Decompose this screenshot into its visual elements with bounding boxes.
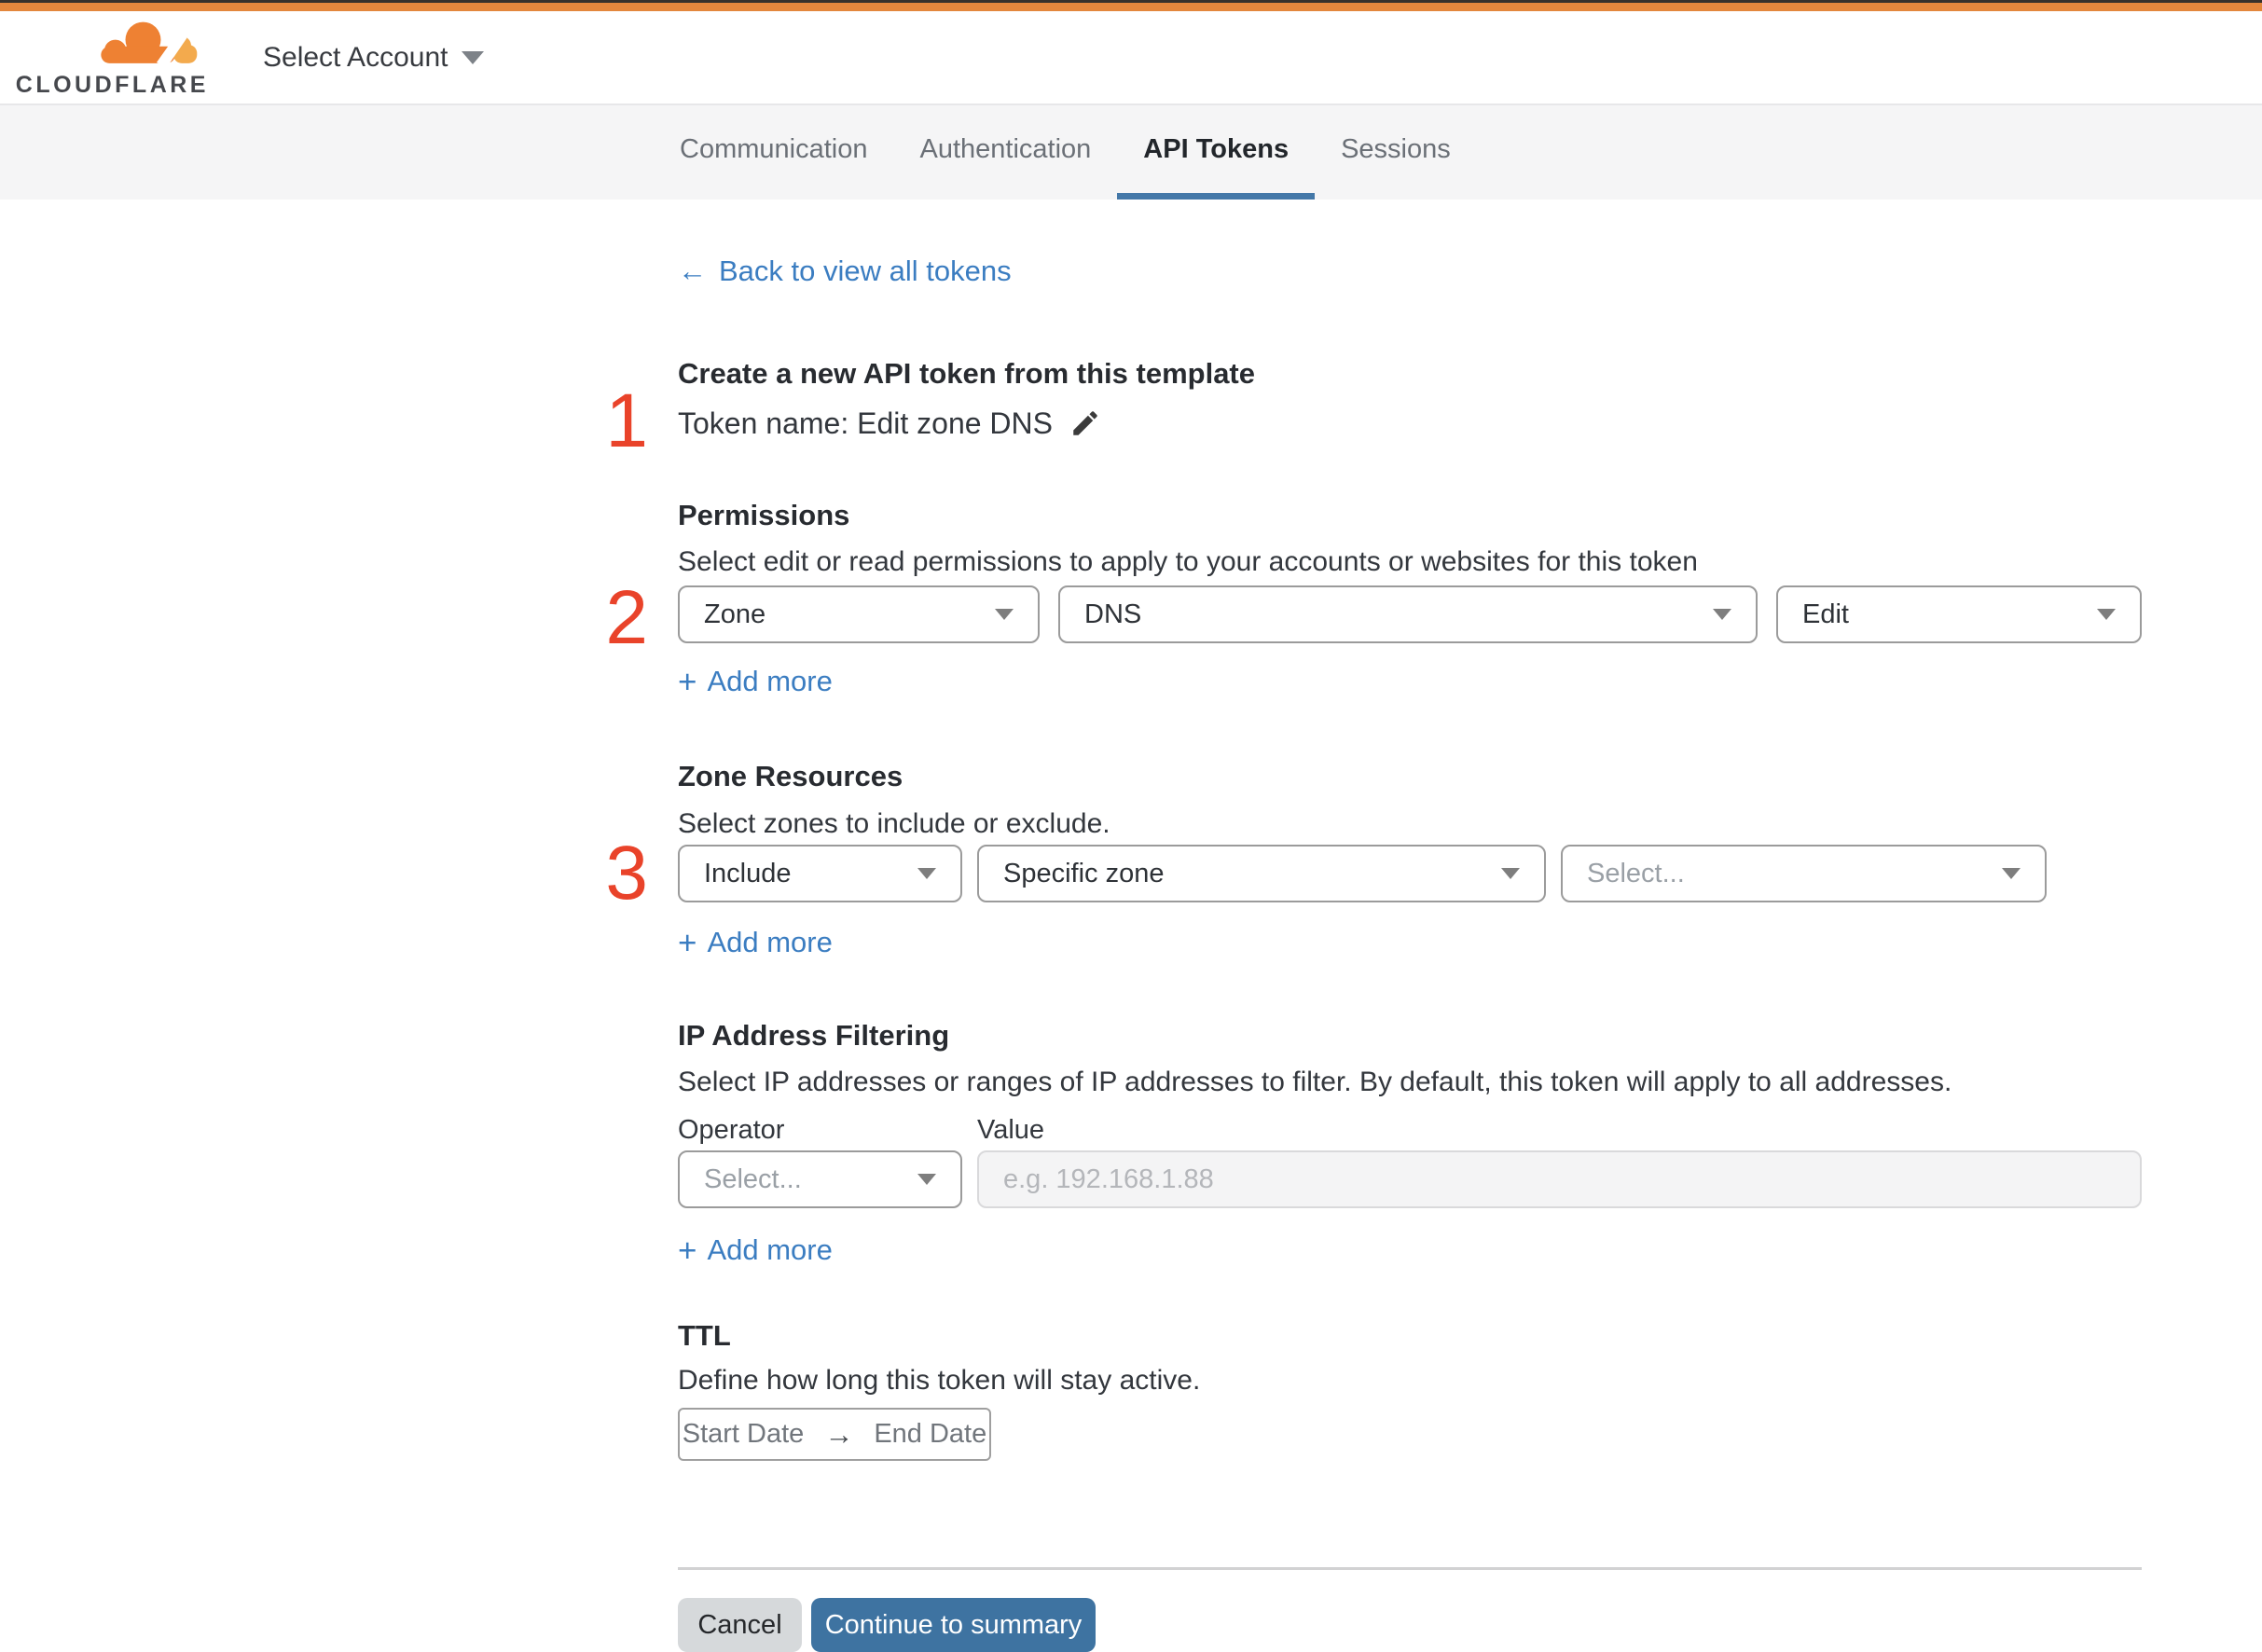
chevron-down-icon xyxy=(995,609,1014,620)
select-value: Zone xyxy=(704,599,766,629)
permissions-add-more-link[interactable]: + Add more xyxy=(678,665,833,698)
section-heading: IP Address Filtering xyxy=(678,1019,950,1052)
operator-label: Operator xyxy=(678,1115,785,1145)
section-description: Define how long this token will stay act… xyxy=(678,1365,1201,1396)
chevron-down-icon xyxy=(1501,868,1520,879)
permission-access-select[interactable]: Edit xyxy=(1776,585,2142,643)
back-arrow-icon: ← xyxy=(678,255,707,287)
section-heading: Permissions xyxy=(678,499,850,531)
chevron-down-icon xyxy=(917,1174,936,1185)
cancel-button[interactable]: Cancel xyxy=(678,1598,802,1652)
add-more-label: Add more xyxy=(707,926,833,958)
step-number-3: 3 xyxy=(605,831,648,915)
chevron-down-icon xyxy=(2097,609,2116,620)
profile-tabbar: Communication Authentication API Tokens … xyxy=(0,105,2262,200)
ip-operator-select[interactable]: Select... xyxy=(678,1150,962,1208)
brand-accent-bar xyxy=(0,3,2262,11)
cloudflare-logo-text: CLOUDFLARE xyxy=(15,71,209,98)
zone-include-select[interactable]: Include xyxy=(678,845,962,902)
back-to-tokens-link[interactable]: ← Back to view all tokens xyxy=(678,255,1012,288)
ttl-section: TTL Define how long this token will stay… xyxy=(678,1319,2142,1461)
continue-to-summary-button[interactable]: Continue to summary xyxy=(811,1598,1096,1652)
section-heading: Create a new API token from this templat… xyxy=(678,357,1256,390)
add-more-label: Add more xyxy=(707,665,833,697)
tab-communication[interactable]: Communication xyxy=(654,105,893,200)
permission-group-select[interactable]: DNS xyxy=(1058,585,1758,643)
start-date-label: Start Date xyxy=(682,1419,805,1449)
plus-icon: + xyxy=(678,663,697,700)
app-header: CLOUDFLARE Select Account xyxy=(0,11,2262,105)
edit-pencil-icon[interactable] xyxy=(1069,407,1101,439)
section-description: Select IP addresses or ranges of IP addr… xyxy=(678,1067,1952,1097)
ttl-date-range-picker[interactable]: Start Date → End Date xyxy=(678,1408,991,1461)
token-name-section: 1 Create a new API token from this templ… xyxy=(605,357,2142,460)
value-label: Value xyxy=(977,1115,1045,1145)
end-date-label: End Date xyxy=(874,1419,987,1449)
section-description: Select edit or read permissions to apply… xyxy=(678,546,1698,577)
ip-value-input[interactable] xyxy=(977,1150,2142,1208)
permissions-section: 2 Permissions Select edit or read permis… xyxy=(605,499,2142,700)
select-placeholder: Select... xyxy=(704,1163,802,1194)
select-value: Edit xyxy=(1802,599,1849,629)
cloudflare-cloud-icon xyxy=(101,21,198,67)
step-number-2: 2 xyxy=(605,575,648,660)
zone-resources-section: 3 Zone Resources Select zones to include… xyxy=(605,760,2142,961)
ip-filtering-add-more-link[interactable]: + Add more xyxy=(678,1233,833,1267)
chevron-down-icon xyxy=(462,50,485,64)
zone-resources-add-more-link[interactable]: + Add more xyxy=(678,926,833,959)
footer-divider xyxy=(678,1567,2142,1570)
token-name-value: Token name: Edit zone DNS xyxy=(678,406,1053,440)
chevron-down-icon xyxy=(917,868,936,879)
section-heading: Zone Resources xyxy=(678,760,903,792)
plus-icon: + xyxy=(678,924,697,961)
select-value: Include xyxy=(704,858,792,888)
step-number-1: 1 xyxy=(605,379,648,463)
cloudflare-logo[interactable]: CLOUDFLARE xyxy=(16,19,209,97)
select-value: DNS xyxy=(1084,599,1142,629)
create-token-form: ← Back to view all tokens 1 Create a new… xyxy=(605,255,2142,1652)
chevron-down-icon xyxy=(2002,868,2021,879)
add-more-label: Add more xyxy=(707,1233,833,1266)
section-description: Select zones to include or exclude. xyxy=(678,808,1110,839)
arrow-right-icon: → xyxy=(824,1417,854,1451)
zone-type-select[interactable]: Specific zone xyxy=(977,845,1546,902)
footer-actions: Cancel Continue to summary xyxy=(678,1598,2142,1652)
account-selector-label: Select Account xyxy=(263,41,448,73)
tab-sessions[interactable]: Sessions xyxy=(1315,105,1477,200)
zone-picker-select[interactable]: Select... xyxy=(1561,845,2047,902)
permission-scope-select[interactable]: Zone xyxy=(678,585,1040,643)
account-selector[interactable]: Select Account xyxy=(263,41,485,74)
back-link-label: Back to view all tokens xyxy=(719,255,1012,287)
chevron-down-icon xyxy=(1713,609,1731,620)
section-heading: TTL xyxy=(678,1319,731,1352)
tab-authentication[interactable]: Authentication xyxy=(893,105,1117,200)
tab-api-tokens[interactable]: API Tokens xyxy=(1117,105,1316,200)
select-placeholder: Select... xyxy=(1587,858,1685,888)
ip-filtering-section: IP Address Filtering Select IP addresses… xyxy=(678,1019,2142,1269)
plus-icon: + xyxy=(678,1232,697,1269)
select-value: Specific zone xyxy=(1003,858,1165,888)
